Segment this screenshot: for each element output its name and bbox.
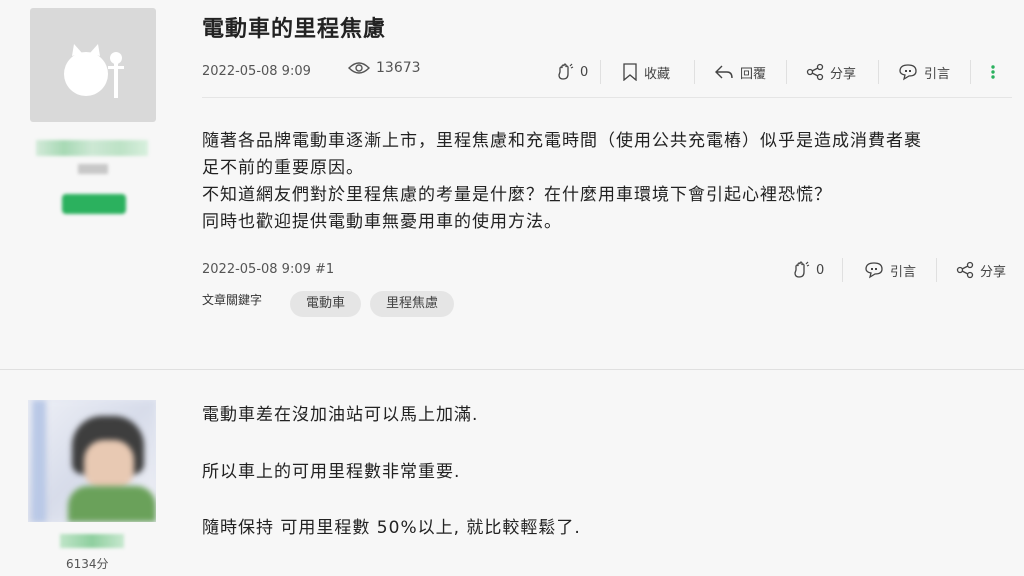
divider [878, 60, 879, 84]
reply-body-line: 所以車上的可用里程數非常重要. [202, 462, 461, 482]
author-level-blurred [78, 164, 108, 174]
post-body-line: 足不前的重要原因。 [202, 158, 364, 178]
share-button[interactable]: 分享 [956, 258, 1006, 282]
author-avatar[interactable] [30, 8, 156, 122]
post-date-floor[interactable]: 2022-05-08 9:09 #1 [202, 262, 334, 277]
quote-button[interactable]: 引言 [864, 258, 916, 282]
share-icon [956, 261, 974, 279]
bookmark-button[interactable]: 收藏 [622, 60, 670, 84]
clap-icon [794, 261, 810, 278]
reply-body-line: 隨時保持 可用里程數 50%以上, 就比較輕鬆了. [202, 518, 581, 538]
post-title: 電動車的里程焦慮 [202, 17, 387, 42]
author-avatar-blurred[interactable] [28, 400, 156, 522]
like-button[interactable]: 0 [792, 258, 824, 282]
like-count: 0 [580, 64, 589, 80]
quote-icon [899, 64, 917, 81]
more-vertical-icon [991, 65, 995, 79]
author-name-blurred[interactable] [60, 534, 124, 548]
divider [842, 258, 843, 282]
quote-label: 引言 [890, 264, 917, 280]
view-count-value: 13673 [376, 60, 421, 76]
share-label: 分享 [980, 264, 1007, 280]
reply-label: 回覆 [740, 66, 767, 82]
post-meta-bar: 2022-05-08 9:09 13673 0 收藏 回覆 分享 引言 [202, 60, 1012, 84]
quote-label: 引言 [924, 66, 951, 82]
post-footer-bar: 2022-05-08 9:09 #1 0 引言 分享 [202, 258, 1012, 282]
view-count: 13673 [348, 60, 421, 76]
like-button[interactable]: 0 [556, 60, 588, 84]
reply-button[interactable]: 回覆 [714, 60, 766, 84]
divider [600, 60, 601, 84]
post-divider [0, 369, 1024, 370]
divider [970, 60, 971, 84]
like-count: 0 [816, 262, 825, 278]
keyword-tag[interactable]: 電動車 [290, 291, 362, 317]
reply-body-line: 電動車差在沒加油站可以馬上加滿. [202, 405, 479, 425]
post-date: 2022-05-08 9:09 [202, 64, 311, 79]
bookmark-label: 收藏 [644, 66, 671, 82]
more-options-button[interactable] [990, 60, 996, 84]
bookmark-icon [623, 63, 637, 81]
share-label: 分享 [830, 66, 857, 82]
divider [694, 60, 695, 84]
header-divider [202, 97, 1012, 98]
share-icon [806, 63, 824, 81]
author-name-blurred[interactable] [36, 140, 148, 156]
quote-button[interactable]: 引言 [898, 60, 950, 84]
author-badge-blurred [62, 194, 126, 214]
divider [936, 258, 937, 282]
quote-icon [865, 262, 883, 279]
post-body-line: 不知道網友們對於里程焦慮的考量是什麼？在什麼用車環境下會引起心裡恐慌？ [202, 185, 832, 205]
post-body-line: 同時也歡迎提供電動車無憂用車的使用方法。 [202, 212, 562, 232]
author-score: 6134分 [66, 557, 109, 571]
post-body: 隨著各品牌電動車逐漸上市，里程焦慮和充電時間（使用公共充電樁）似乎是造成消費者裹… [202, 128, 1002, 236]
share-button[interactable]: 分享 [806, 60, 856, 84]
keywords-label: 文章關鍵字 [202, 293, 263, 307]
post-body-line: 隨著各品牌電動車逐漸上市，里程焦慮和充電時間（使用公共充電樁）似乎是造成消費者裹 [202, 131, 922, 151]
reply-icon [715, 65, 733, 79]
clap-icon [558, 63, 574, 80]
post-1: 電動車的里程焦慮 2022-05-08 9:09 13673 0 收藏 回覆 分… [0, 0, 1024, 370]
default-avatar-icon [64, 44, 124, 98]
keyword-tag[interactable]: 里程焦慮 [370, 291, 455, 317]
eye-icon [348, 62, 370, 74]
divider [786, 60, 787, 84]
